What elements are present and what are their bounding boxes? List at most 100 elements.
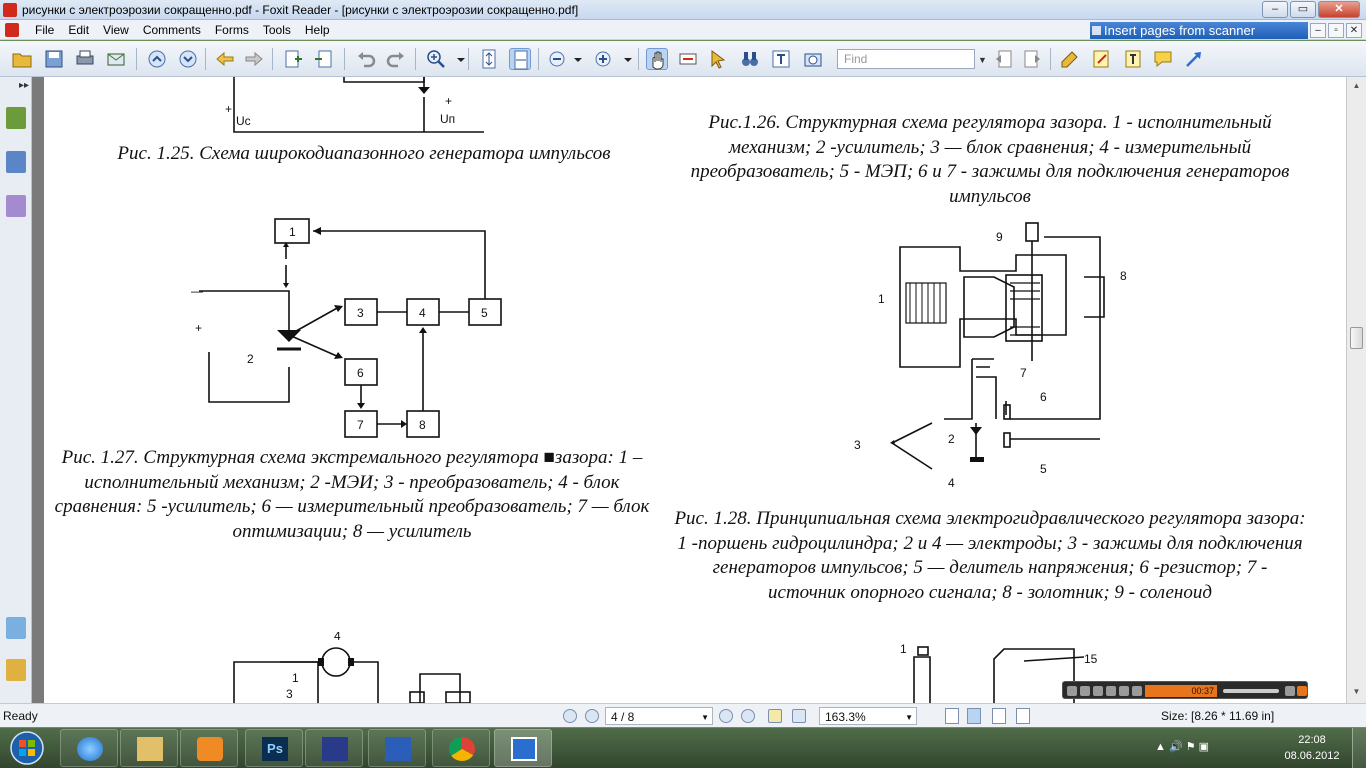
media-volume-slider[interactable] [1223, 689, 1279, 693]
document-icon[interactable] [5, 23, 19, 37]
zoom-out-dropdown-icon[interactable] [567, 48, 582, 70]
note-tool-icon[interactable] [1059, 48, 1081, 70]
facing-view-icon[interactable] [992, 708, 1006, 724]
fit-page-icon[interactable] [478, 48, 500, 70]
save-icon[interactable] [43, 48, 65, 70]
next-page-icon[interactable] [177, 48, 199, 70]
attachments-icon[interactable] [6, 659, 26, 681]
snapshot-camera-icon[interactable] [802, 48, 824, 70]
document-view[interactable]: + Uс + Uп Рис. 1.25. Схема широкодиапазо… [44, 77, 1346, 703]
menu-file[interactable]: File [28, 23, 61, 37]
zoom-out-icon[interactable] [546, 48, 568, 70]
hand-tool-icon[interactable] [646, 48, 668, 70]
taskbar-chrome[interactable] [432, 729, 490, 767]
zoom-in-icon[interactable] [425, 48, 447, 70]
scroll-down-icon[interactable]: ▼ [1350, 685, 1363, 699]
media-play-icon[interactable] [1080, 686, 1090, 696]
fit-width-icon[interactable] [509, 48, 531, 70]
forward-arrow-icon[interactable] [243, 48, 265, 70]
scrollbar-thumb[interactable] [1350, 327, 1363, 349]
typewriter-icon[interactable] [1122, 48, 1144, 70]
foxit-app-icon[interactable] [3, 3, 17, 17]
menu-tools[interactable]: Tools [256, 23, 298, 37]
arrow-tool-icon[interactable] [1183, 48, 1205, 70]
email-icon[interactable] [105, 48, 127, 70]
select-text-icon[interactable] [677, 48, 699, 70]
taskbar-photoshop[interactable]: Ps [245, 729, 303, 767]
undo-icon[interactable] [355, 48, 377, 70]
start-button[interactable] [4, 729, 50, 767]
insert-page-icon[interactable] [282, 48, 304, 70]
pencil-tool-icon[interactable] [1090, 48, 1112, 70]
text-viewer-icon[interactable] [770, 48, 792, 70]
find-binoculars-icon[interactable] [739, 48, 761, 70]
system-tray-icons[interactable]: ▲ 🔊 ⚑ ▣ [1155, 740, 1209, 753]
redo-icon[interactable] [385, 48, 407, 70]
extract-page-icon[interactable] [313, 48, 335, 70]
find-dropdown-icon[interactable]: ▼ [978, 55, 987, 65]
zoom-plus-dropdown-icon[interactable] [617, 48, 632, 70]
page-dropdown-icon[interactable]: ▼ [701, 713, 709, 722]
back-view-icon[interactable] [768, 709, 782, 723]
media-shuffle-icon[interactable] [1132, 686, 1142, 696]
scroll-up-icon[interactable]: ▲ [1350, 79, 1363, 93]
doc-minimize-button[interactable]: – [1310, 23, 1326, 38]
media-pause-icon[interactable] [1093, 686, 1103, 696]
insert-pages-promo-button[interactable]: Insert pages from scanner [1090, 22, 1308, 39]
prev-page-icon[interactable] [585, 709, 599, 723]
layers-icon[interactable] [6, 195, 26, 217]
taskbar-explorer[interactable] [120, 729, 178, 767]
last-page-icon[interactable] [741, 709, 755, 723]
taskbar-media-player[interactable] [180, 729, 238, 767]
un-label: Uп [440, 112, 455, 126]
comments-panel-icon[interactable] [6, 617, 26, 639]
find-input[interactable]: Find [837, 49, 975, 69]
print-icon[interactable] [74, 48, 96, 70]
zoom-level-dropdown-icon[interactable]: ▼ [905, 713, 913, 722]
pages-icon[interactable] [6, 151, 26, 173]
zoom-plus-icon[interactable] [592, 48, 614, 70]
back-arrow-icon[interactable] [214, 48, 236, 70]
doc-restore-button[interactable]: ▫ [1328, 23, 1344, 38]
doc-close-button[interactable]: ✕ [1346, 23, 1362, 38]
media-menu-icon[interactable] [1285, 686, 1295, 696]
comment-icon[interactable] [1152, 48, 1174, 70]
previous-page-icon[interactable] [146, 48, 168, 70]
taskbar-save-app[interactable] [305, 729, 363, 767]
continuous-view-icon[interactable] [967, 708, 981, 724]
continuous-facing-view-icon[interactable] [1016, 708, 1030, 724]
media-close-icon[interactable] [1297, 686, 1307, 696]
expand-panel-icon[interactable]: ▸▸ [19, 80, 29, 91]
first-page-icon[interactable] [563, 709, 577, 723]
menu-help[interactable]: Help [298, 23, 337, 37]
menu-comments[interactable]: Comments [136, 23, 208, 37]
open-folder-icon[interactable] [11, 48, 33, 70]
maximize-button[interactable]: ▭ [1290, 1, 1316, 18]
menu-edit[interactable]: Edit [61, 23, 96, 37]
vertical-scrollbar[interactable]: ▲ ▼ [1346, 77, 1366, 703]
zoom-dropdown-icon[interactable] [450, 48, 465, 70]
taskbar-foxit-reader[interactable] [494, 729, 552, 767]
media-next-icon[interactable] [1119, 686, 1129, 696]
menu-forms[interactable]: Forms [208, 23, 256, 37]
zoom-level-field[interactable]: 163.3% ▼ [819, 707, 917, 725]
media-stop-icon[interactable] [1106, 686, 1116, 696]
find-next-icon[interactable] [1021, 48, 1043, 70]
taskbar-word[interactable] [368, 729, 426, 767]
forward-view-icon[interactable] [792, 709, 806, 723]
taskbar-internet-explorer[interactable] [60, 729, 118, 767]
find-previous-icon[interactable] [993, 48, 1015, 70]
part-8-label: 8 [1120, 269, 1127, 283]
taskbar-clock[interactable]: 22:08 08.06.2012 [1282, 732, 1342, 764]
minimize-button[interactable]: – [1262, 1, 1288, 18]
media-player-widget: 00:37 [1062, 681, 1308, 699]
bookmarks-icon[interactable] [6, 107, 26, 129]
close-button[interactable]: ✕ [1318, 1, 1360, 18]
media-prev-icon[interactable] [1067, 686, 1077, 696]
show-desktop-button[interactable] [1352, 728, 1366, 768]
next-page-status-icon[interactable] [719, 709, 733, 723]
select-pointer-icon[interactable] [707, 48, 729, 70]
page-number-field[interactable]: 4 / 8 ▼ [605, 707, 713, 725]
single-page-view-icon[interactable] [945, 708, 959, 724]
menu-view[interactable]: View [96, 23, 136, 37]
